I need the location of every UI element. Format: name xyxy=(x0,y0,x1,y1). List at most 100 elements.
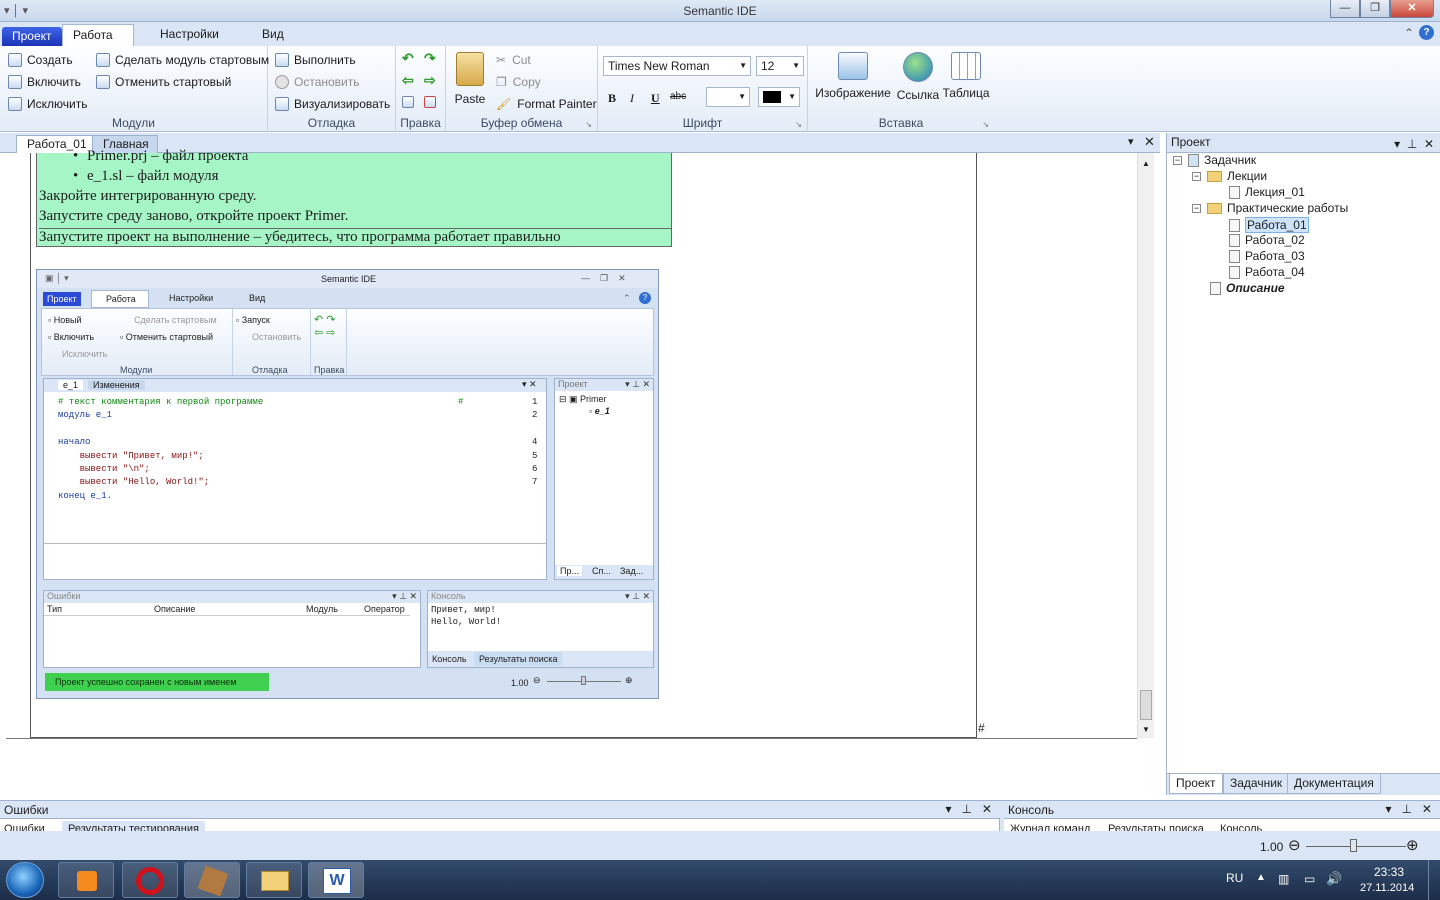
rp-tab-project[interactable]: Проект xyxy=(1169,774,1223,794)
volume-icon[interactable]: 🔊 xyxy=(1326,871,1342,887)
tab-settings[interactable]: Настройки xyxy=(150,24,229,46)
close-button[interactable]: ✕ xyxy=(1390,0,1434,18)
collapse-icon[interactable]: − xyxy=(1192,203,1201,213)
console-tab[interactable]: Консоль xyxy=(1220,821,1262,831)
underline-button[interactable]: U xyxy=(651,91,660,106)
tree-root[interactable]: − Задачник xyxy=(1173,153,1256,167)
visualize-button[interactable]: Визуализировать xyxy=(275,97,390,111)
network-icon[interactable]: ▥ xyxy=(1278,872,1289,886)
tree-practicals[interactable]: − Практические работы xyxy=(1192,201,1348,215)
redo-button[interactable]: ↷ xyxy=(424,51,447,65)
instruction-line-3: Запустите проект на выполнение – убедите… xyxy=(39,228,671,246)
show-desktop-button[interactable] xyxy=(1428,860,1440,900)
zoom-in-icon[interactable]: ⊕ xyxy=(1406,836,1419,854)
doc-dropdown-icon[interactable]: ▾ xyxy=(1128,135,1134,148)
back-button[interactable]: ⇦ xyxy=(402,73,425,87)
clipboard-launcher-icon[interactable]: ↘ xyxy=(585,120,592,129)
scroll-down-icon[interactable]: ▼ xyxy=(1142,725,1150,734)
tree-work-02[interactable]: Работа_02 xyxy=(1229,233,1305,247)
scroll-up-icon[interactable]: ▲ xyxy=(1142,159,1150,168)
document-scrollbar[interactable]: ▲ ▼ xyxy=(1137,153,1154,738)
cut-button[interactable]: ✂ Cut xyxy=(496,53,531,67)
tree-lecture-01-label: Лекция_01 xyxy=(1245,185,1305,199)
insert-launcher-icon[interactable]: ↘ xyxy=(982,120,989,129)
format-painter-button[interactable]: 🖌 Format Painter xyxy=(496,97,597,111)
taskbar-opera[interactable] xyxy=(122,862,178,898)
test-results-tab[interactable]: Результаты тестирования xyxy=(62,821,205,831)
taskbar-word[interactable]: W xyxy=(308,862,364,898)
exclude-button[interactable]: Исключить xyxy=(8,97,87,111)
strike-button[interactable]: abc xyxy=(670,91,686,102)
code-text: начало xyxy=(58,437,91,448)
minimize-button[interactable]: — xyxy=(1330,0,1360,18)
power-icon[interactable]: ▭ xyxy=(1304,872,1315,886)
tree-lectures[interactable]: − Лекции xyxy=(1192,169,1267,183)
inner-project-root: ⊟ ▣ Primer xyxy=(559,394,607,404)
errors-tab[interactable]: Ошибки xyxy=(4,821,45,831)
taskbar-semantic[interactable] xyxy=(184,862,240,898)
ribbon: Создать Включить Исключить Сделать модул… xyxy=(0,46,1440,132)
inner-run: ▫ Запуск xyxy=(236,315,270,325)
taskbar-media-player[interactable] xyxy=(58,862,114,898)
panel-controls[interactable]: ▾ ⊥ ✕ xyxy=(1394,135,1434,153)
collapse-icon[interactable]: − xyxy=(1173,155,1182,165)
inner-project-file-label: е_1 xyxy=(594,406,610,416)
help-icon[interactable]: ? xyxy=(1419,25,1434,40)
replace-button[interactable] xyxy=(424,96,441,108)
command-log-tab[interactable]: Журнал команд xyxy=(1010,821,1090,831)
group-label-clipboard: Буфер обмена xyxy=(480,116,563,130)
tab-work[interactable]: Работа xyxy=(62,24,134,46)
tree-lecture-01[interactable]: Лекция_01 xyxy=(1229,185,1305,199)
tree-work-03[interactable]: Работа_03 xyxy=(1229,249,1305,263)
tab-view[interactable]: Вид xyxy=(252,24,294,46)
taskbar-explorer[interactable] xyxy=(246,862,302,898)
tab-project[interactable]: Проект xyxy=(2,27,62,46)
forward-button[interactable]: ⇨ xyxy=(424,73,447,87)
maximize-button[interactable]: ❐ xyxy=(1360,0,1390,18)
tree-work-01[interactable]: Работа_01 xyxy=(1229,217,1309,233)
doc-tab-work01[interactable]: Работа_01 xyxy=(16,135,98,153)
start-button[interactable] xyxy=(6,862,44,898)
tree-work-04[interactable]: Работа_04 xyxy=(1229,265,1305,279)
errors-panel-controls[interactable]: ▾ ⊥ ✕ xyxy=(945,802,992,816)
run-button[interactable]: Выполнить xyxy=(275,53,356,67)
clock-time[interactable]: 23:33 xyxy=(1374,865,1404,879)
font-family-select[interactable]: Times New Roman ▼ xyxy=(603,56,751,76)
insert-table-button[interactable]: Таблица xyxy=(942,52,990,100)
insert-link-button[interactable]: Ссылка xyxy=(896,52,940,102)
inner-editor: е_1 Изменения ▾ ✕ # текст комментария к … xyxy=(43,378,547,580)
cancel-start-button[interactable]: Отменить стартовый xyxy=(96,75,231,89)
console-panel-controls[interactable]: ▾ ⊥ ✕ xyxy=(1385,802,1432,816)
undo-button[interactable]: ↶ xyxy=(402,51,425,65)
font-size-select[interactable]: 12 ▼ xyxy=(756,56,804,76)
font-launcher-icon[interactable]: ↘ xyxy=(795,120,802,129)
insert-image-button[interactable]: Изображение xyxy=(814,52,892,100)
scroll-thumb[interactable] xyxy=(1140,690,1152,720)
bold-button[interactable]: B xyxy=(608,91,616,106)
code-text: конец е_1. xyxy=(58,490,113,501)
rp-tab-docs[interactable]: Документация xyxy=(1287,774,1381,794)
italic-button[interactable]: I xyxy=(630,91,634,106)
include-button[interactable]: Включить xyxy=(8,75,81,89)
bullet-prj: Primer.prj – файл проекта xyxy=(73,148,248,165)
collapse-icon[interactable]: − xyxy=(1192,171,1201,181)
clock-date[interactable]: 27.11.2014 xyxy=(1360,882,1414,894)
find-button[interactable] xyxy=(402,96,419,108)
tree-description[interactable]: Описание xyxy=(1210,281,1285,295)
doc-close-icon[interactable]: ✕ xyxy=(1144,134,1155,150)
copy-button[interactable]: ❐ Copy xyxy=(496,75,541,89)
make-start-button[interactable]: Сделать модуль стартовым xyxy=(96,53,269,67)
paste-button[interactable]: Paste xyxy=(452,52,488,106)
font-color-select[interactable]: ▼ xyxy=(758,87,800,107)
inner-console-tabs: Консоль Результаты поиска xyxy=(428,651,653,667)
create-button[interactable]: Создать xyxy=(8,53,73,67)
language-indicator[interactable]: RU xyxy=(1226,871,1243,885)
tray-expand-icon[interactable]: ▲ xyxy=(1256,872,1266,883)
highlight-color-select[interactable]: ▼ xyxy=(706,87,750,107)
collapse-ribbon-icon[interactable]: ⌃ xyxy=(1404,26,1414,40)
zoom-thumb[interactable] xyxy=(1350,839,1357,852)
search-results-tab[interactable]: Результаты поиска xyxy=(1108,821,1204,831)
stop-button[interactable]: Остановить xyxy=(275,75,360,89)
zoom-out-icon[interactable]: ⊖ xyxy=(1288,836,1301,854)
rp-tab-tasks[interactable]: Задачник xyxy=(1223,774,1290,794)
